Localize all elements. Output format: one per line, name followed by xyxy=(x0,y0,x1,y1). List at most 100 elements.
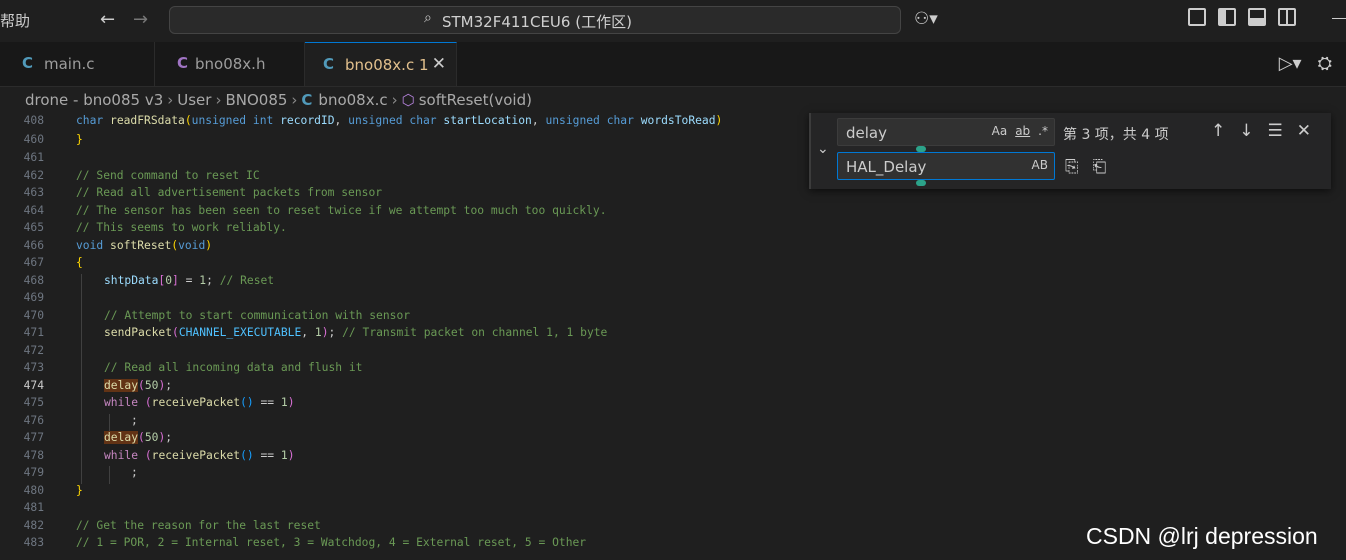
code-row: 473 // Read all incoming data and flush i… xyxy=(0,361,1346,379)
header-file-icon: C xyxy=(177,54,189,72)
window-minimize-button[interactable] xyxy=(1332,18,1346,19)
line-number: 480 xyxy=(23,484,44,497)
close-icon[interactable]: ✕ xyxy=(1297,121,1311,141)
code-row: 471 sendPacket(CHANNEL_EXECUTABLE, 1); //… xyxy=(0,326,1346,344)
breadcrumb-item[interactable]: drone - bno085 v3 xyxy=(25,91,163,109)
line-number: 464 xyxy=(23,204,44,217)
code-line: delay(50); xyxy=(104,431,173,444)
replace-value: HAL_Delay xyxy=(846,158,927,176)
breadcrumb-item[interactable]: softReset(void) xyxy=(419,91,532,109)
watermark: CSDN @lrj depression xyxy=(1086,523,1318,549)
chevron-right-icon: › xyxy=(391,91,398,109)
arrow-up-icon[interactable]: ↑ xyxy=(1211,121,1225,141)
menu-help[interactable]: 帮助 xyxy=(0,10,30,31)
find-in-selection-icon[interactable]: ☰ xyxy=(1268,121,1283,141)
code-line: { xyxy=(76,256,83,269)
method-icon: ⬡ xyxy=(401,91,415,109)
indent-guide xyxy=(81,449,82,467)
code-line: // The sensor has been seen to reset twi… xyxy=(76,204,607,217)
forward-arrow-icon[interactable]: → xyxy=(133,9,148,30)
replace-input[interactable]: HAL_Delay AB xyxy=(837,152,1055,180)
breadcrumb-item[interactable]: bno08x.c xyxy=(318,91,387,109)
extension-action-icon[interactable]: ⛭ xyxy=(1318,53,1332,74)
line-number: 468 xyxy=(23,274,44,287)
code-line: void softReset(void) xyxy=(76,239,213,252)
breadcrumb: drone - bno085 v3 › User › BNO085 › Cbno08x.c ›… xyxy=(25,91,532,109)
line-number: 474 xyxy=(23,379,44,392)
code-line: // Attempt to start communication with s… xyxy=(104,309,411,322)
search-icon: ⌕ xyxy=(424,10,432,26)
editor-tab-bar: C main.c C bno08x.h C bno08x.c 1 ✕ ▷▾ ⛭ xyxy=(0,42,1346,87)
match-case-icon[interactable]: Aa xyxy=(992,124,1008,138)
code-row: 468 shtpData[0] = 1; // Reset xyxy=(0,274,1346,292)
code-row: 470 // Attempt to start communication wit… xyxy=(0,309,1346,327)
code-row: 469 xyxy=(0,291,1346,309)
preserve-case-icon[interactable]: AB xyxy=(1032,158,1048,172)
chevron-down-icon[interactable]: ⌄ xyxy=(817,141,829,157)
breadcrumb-item[interactable]: BNO085 xyxy=(225,91,287,109)
search-match: delay xyxy=(104,431,139,444)
code-row: 480} xyxy=(0,484,1346,502)
line-number: 465 xyxy=(23,221,44,234)
tab-bno08x-h[interactable]: C bno08x.h xyxy=(155,42,305,86)
toggle-panel-icon[interactable] xyxy=(1248,8,1266,26)
title-bar: 帮助 ← → ⌕ STM32F411CEU6 (工作区) ⚇▾ xyxy=(0,0,1346,40)
code-line: while (receivePacket() == 1) xyxy=(104,396,295,409)
line-number: 473 xyxy=(23,361,44,374)
arrow-down-icon[interactable]: ↓ xyxy=(1239,121,1253,141)
line-number: 461 xyxy=(23,151,44,164)
code-line: sendPacket(CHANNEL_EXECUTABLE, 1); // Tr… xyxy=(104,326,608,339)
chevron-right-icon: › xyxy=(167,91,174,109)
line-number: 471 xyxy=(23,326,44,339)
code-row: 477 delay(50); xyxy=(0,431,1346,449)
c-file-icon: C xyxy=(22,54,34,72)
tab-main-c[interactable]: C main.c xyxy=(0,42,155,86)
line-number: 479 xyxy=(23,466,44,479)
code-row: 472 xyxy=(0,344,1346,362)
code-row: 467 { xyxy=(0,256,1346,274)
editor-actions: ▷▾ ⛭ xyxy=(1279,53,1332,74)
line-number: 472 xyxy=(23,344,44,357)
line-number: 482 xyxy=(23,519,44,532)
indent-guide xyxy=(109,414,110,432)
search-match: delay xyxy=(104,379,139,392)
whole-word-icon[interactable]: ab xyxy=(1015,124,1030,138)
find-actions: ↑ ↓ ☰ ✕ xyxy=(1211,121,1311,141)
customize-layout-icon[interactable] xyxy=(1188,8,1206,26)
toggle-secondary-sidebar-icon[interactable] xyxy=(1278,8,1296,26)
line-number: 481 xyxy=(23,501,44,514)
code-line: // This seems to work reliably. xyxy=(76,221,287,234)
code-line: ; xyxy=(131,466,138,479)
code-line: // 1 = POR, 2 = Internal reset, 3 = Watc… xyxy=(76,536,587,549)
line-number: 462 xyxy=(23,169,44,182)
regex-icon[interactable]: .* xyxy=(1038,124,1048,138)
code-line: // Get the reason for the last reset xyxy=(76,519,321,532)
find-input[interactable]: delay Aa ab .* xyxy=(837,118,1055,146)
tab-label: bno08x.h xyxy=(195,55,266,73)
indent-guide xyxy=(81,466,82,484)
match-count: 第 3 项，共 4 项 xyxy=(1063,127,1169,143)
line-number: 408 xyxy=(23,114,44,127)
indent-guide xyxy=(81,414,82,432)
close-icon[interactable]: ✕ xyxy=(432,54,446,74)
copilot-icon[interactable]: ⚇▾ xyxy=(914,9,938,29)
code-line: char readFRSdata(unsigned int recordID, … xyxy=(76,114,723,127)
line-number: 466 xyxy=(23,239,44,252)
code-line: } xyxy=(76,133,83,146)
toggle-primary-sidebar-icon[interactable] xyxy=(1218,8,1236,26)
input-resize-handle[interactable] xyxy=(916,180,926,186)
tab-bno08x-c[interactable]: C bno08x.c 1 ✕ xyxy=(305,42,457,86)
command-center-search[interactable]: ⌕ STM32F411CEU6 (工作区) xyxy=(169,6,901,34)
breadcrumb-item[interactable]: User xyxy=(177,91,211,109)
replace-all-icon[interactable]: ⎗ xyxy=(1093,157,1107,177)
code-row: 475 while (receivePacket() == 1) xyxy=(0,396,1346,414)
back-arrow-icon[interactable]: ← xyxy=(100,9,115,30)
line-number: 460 xyxy=(23,133,44,146)
line-number: 475 xyxy=(23,396,44,409)
code-row: 464 // The sensor has been seen to reset … xyxy=(0,204,1346,222)
line-number: 476 xyxy=(23,414,44,427)
run-debug-icon[interactable]: ▷▾ xyxy=(1279,53,1302,74)
code-line: } xyxy=(76,484,83,497)
layout-controls xyxy=(1188,8,1296,26)
replace-icon[interactable]: ⎘ xyxy=(1065,157,1079,177)
